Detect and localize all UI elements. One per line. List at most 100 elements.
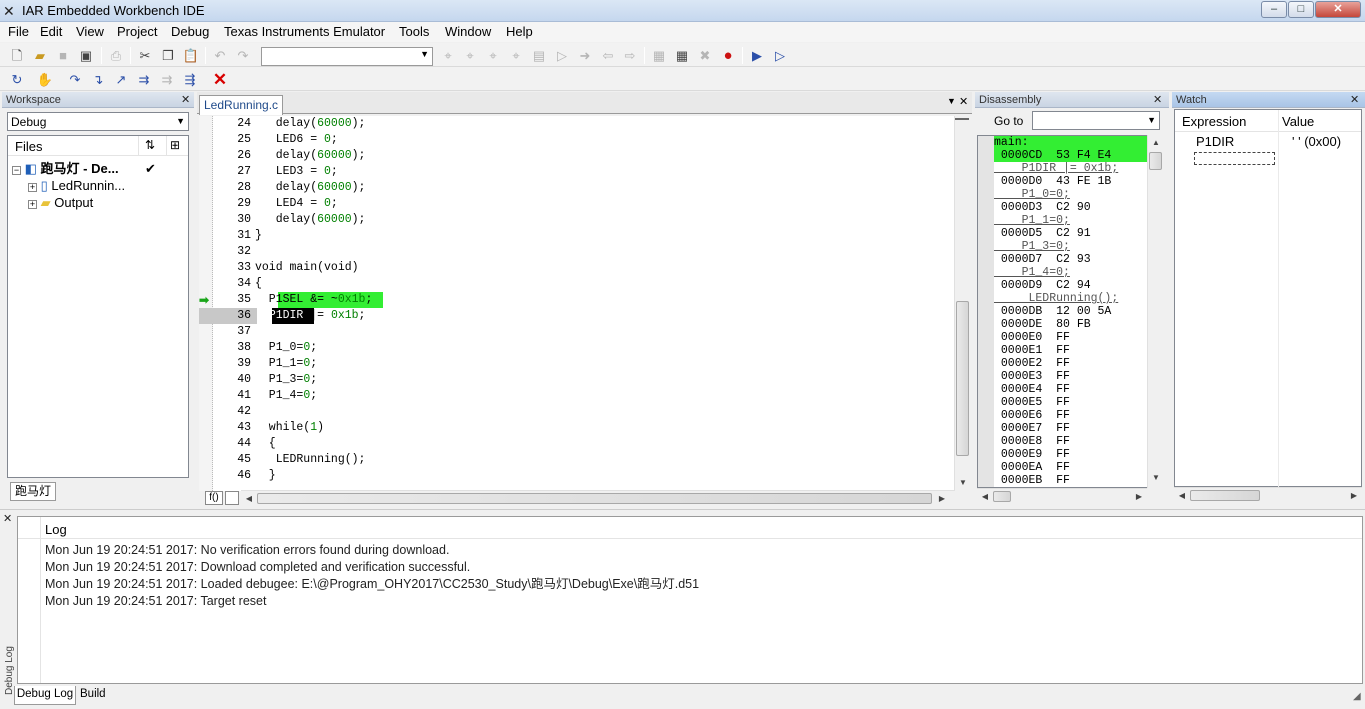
undo-icon[interactable]: ↶ <box>211 46 229 64</box>
editor-vscrollbar[interactable]: ▼ <box>954 116 970 491</box>
expression-column-header[interactable]: Expression <box>1182 114 1246 129</box>
collapse-icon[interactable]: − <box>12 166 21 175</box>
prev-bookmark-icon[interactable]: ⇦ <box>599 46 617 64</box>
code-line[interactable]: 24 delay(60000); <box>225 116 372 132</box>
menu-tools[interactable]: Tools <box>399 24 429 40</box>
menu-file[interactable]: File <box>8 24 29 40</box>
disassembly-instruction[interactable]: 0000D5 C2 91 <box>994 227 1148 240</box>
config-dropdown[interactable]: Debug ▼ <box>7 112 189 131</box>
toggle-breakpoint-icon[interactable]: ● <box>719 46 737 64</box>
disassembly-instruction[interactable]: 0000DB 12 00 5A <box>994 305 1148 318</box>
scroll-down-arrow-icon[interactable]: ▼ <box>955 475 971 491</box>
find-icon[interactable]: ⌖ <box>439 46 457 64</box>
tab-workspace-project[interactable]: 跑马灯 <box>10 482 57 501</box>
log-line[interactable]: Mon Jun 19 20:24:51 2017: No verificatio… <box>45 542 699 559</box>
editor-hscrollbar[interactable]: ◀ ▶ <box>241 490 954 506</box>
stop-build-icon[interactable]: ✖ <box>696 46 714 64</box>
minimize-button[interactable]: – <box>1261 1 1287 18</box>
close-icon[interactable]: ✕ <box>1350 93 1359 107</box>
open-folder-icon[interactable]: ▰ <box>31 46 49 64</box>
disassembly-instruction[interactable]: 0000E6 FF <box>994 409 1148 422</box>
disassembly-instruction[interactable]: 0000EA FF <box>994 461 1148 474</box>
go-icon[interactable]: ⇶ <box>181 70 199 88</box>
disassembly-listing[interactable]: main: 0000CD 53 F4 E4 P1DIR |= 0x1b; 000… <box>977 135 1149 488</box>
code-line[interactable]: 35 P1SEL &= ~0x1b; <box>225 292 372 308</box>
scroll-right-arrow-icon[interactable]: ▶ <box>934 491 950 507</box>
disassembly-source-line[interactable]: LEDRunning(); <box>994 292 1148 305</box>
step-over-icon[interactable]: ↷ <box>66 70 84 88</box>
tree-project[interactable]: − ◧ 跑马灯 - De... ✔ <box>12 160 187 177</box>
goto-input[interactable]: ▼ <box>1032 111 1160 130</box>
step-out-icon[interactable]: ↗ <box>112 70 130 88</box>
code-line[interactable]: 44 { <box>225 436 372 452</box>
menu-ti-emulator[interactable]: Texas Instruments Emulator <box>224 24 385 40</box>
menu-project[interactable]: Project <box>117 24 157 40</box>
menu-window[interactable]: Window <box>445 24 491 40</box>
cut-icon[interactable]: ✂ <box>136 46 154 64</box>
tree-file-ledrunning[interactable]: + ▯ LedRunnin... <box>28 177 125 194</box>
log-line[interactable]: Mon Jun 19 20:24:51 2017: Download compl… <box>45 559 699 576</box>
find-next-icon[interactable]: ⌖ <box>461 46 479 64</box>
disassembly-instruction[interactable]: 0000DE 80 FB <box>994 318 1148 331</box>
save-all-icon[interactable]: ▣ <box>77 46 95 64</box>
code-line[interactable]: 40 P1_3=0; <box>225 372 372 388</box>
expand-icon[interactable]: + <box>28 183 37 192</box>
make-icon[interactable]: ▦ <box>673 46 691 64</box>
disassembly-source-line[interactable]: P1_1=0; <box>994 214 1148 227</box>
disassembly-source-line[interactable]: P1_4=0; <box>994 266 1148 279</box>
code-line[interactable]: 26 delay(60000); <box>225 148 372 164</box>
disassembly-source-line[interactable]: P1_0=0; <box>994 188 1148 201</box>
tab-list-icon[interactable]: ▼ <box>947 96 956 106</box>
save-icon[interactable]: ■ <box>54 46 72 64</box>
new-file-icon[interactable]: 🗋 <box>8 46 26 64</box>
disassembly-instruction[interactable]: 0000E4 FF <box>994 383 1148 396</box>
scroll-left-arrow-icon[interactable]: ◀ <box>241 491 257 507</box>
disassembly-instruction[interactable]: 0000EB FF <box>994 474 1148 487</box>
maximize-button[interactable]: □ <box>1288 1 1314 18</box>
code-line[interactable]: 25 LED6 = 0; <box>225 132 372 148</box>
tab-debug-log[interactable]: Debug Log <box>14 686 76 705</box>
code-line[interactable]: 29 LED4 = 0; <box>225 196 372 212</box>
disassembly-instruction[interactable]: 0000E1 FF <box>994 344 1148 357</box>
disassembly-instruction[interactable]: 0000E9 FF <box>994 448 1148 461</box>
stop-debugging-icon[interactable]: ✕ <box>211 70 229 88</box>
code-line[interactable]: 42 <box>225 404 372 420</box>
disassembly-instruction[interactable]: 0000E0 FF <box>994 331 1148 344</box>
close-button[interactable]: ✕ <box>1315 1 1361 18</box>
tab-ledrunning[interactable]: LedRunning.c <box>199 95 284 115</box>
log-line[interactable]: Mon Jun 19 20:24:51 2017: Loaded debugee… <box>45 576 699 593</box>
compile-icon[interactable]: ▦ <box>650 46 668 64</box>
menu-debug[interactable]: Debug <box>171 24 209 40</box>
menu-edit[interactable]: Edit <box>40 24 62 40</box>
download-debug-icon[interactable]: ▶ <box>748 46 766 64</box>
watch-expression[interactable]: P1DIR <box>1196 134 1234 149</box>
code-line[interactable]: 45 LEDRunning(); <box>225 452 372 468</box>
scroll-thumb[interactable] <box>1149 152 1162 170</box>
disassembly-instruction[interactable]: 0000D7 C2 93 <box>994 253 1148 266</box>
close-icon[interactable]: ✕ <box>1153 93 1162 107</box>
disassembly-source-line[interactable]: P1DIR |= 0x1b; <box>994 162 1148 175</box>
code-line[interactable]: 46 } <box>225 468 372 484</box>
run-to-cursor-icon[interactable]: ⇉ <box>158 70 176 88</box>
watch-hscrollbar[interactable]: ◀ ▶ <box>1174 487 1362 503</box>
disassembly-instruction[interactable]: 0000D3 C2 90 <box>994 201 1148 214</box>
code-line[interactable]: 37 <box>225 324 372 340</box>
scroll-right-arrow-icon[interactable]: ▶ <box>1131 489 1147 505</box>
menu-view[interactable]: View <box>76 24 104 40</box>
scroll-thumb[interactable] <box>956 301 969 456</box>
scroll-left-arrow-icon[interactable]: ◀ <box>1174 488 1190 504</box>
scroll-down-arrow-icon[interactable]: ▼ <box>1148 470 1164 486</box>
log-area[interactable]: Log Mon Jun 19 20:24:51 2017: No verific… <box>17 516 1363 684</box>
navigate-icon[interactable]: ⇨ <box>621 46 639 64</box>
log-line[interactable]: Mon Jun 19 20:24:51 2017: Target reset <box>45 593 699 610</box>
code-line[interactable]: 38 P1_0=0; <box>225 340 372 356</box>
new-watch-entry[interactable] <box>1194 152 1275 165</box>
next-statement-icon[interactable]: ⇉ <box>135 70 153 88</box>
find-combo[interactable]: ▼ <box>261 47 433 66</box>
step-into-icon[interactable]: ↴ <box>89 70 107 88</box>
function-nav-button[interactable]: f() <box>205 491 223 505</box>
code-area[interactable]: ➡ 24 delay(60000); 25 LED6 = 0; 26 delay(6… <box>199 116 954 491</box>
replace-icon[interactable]: ⌖ <box>507 46 525 64</box>
hscroll-thumb[interactable] <box>257 493 932 504</box>
disassembly-label[interactable]: main: <box>994 136 1148 149</box>
